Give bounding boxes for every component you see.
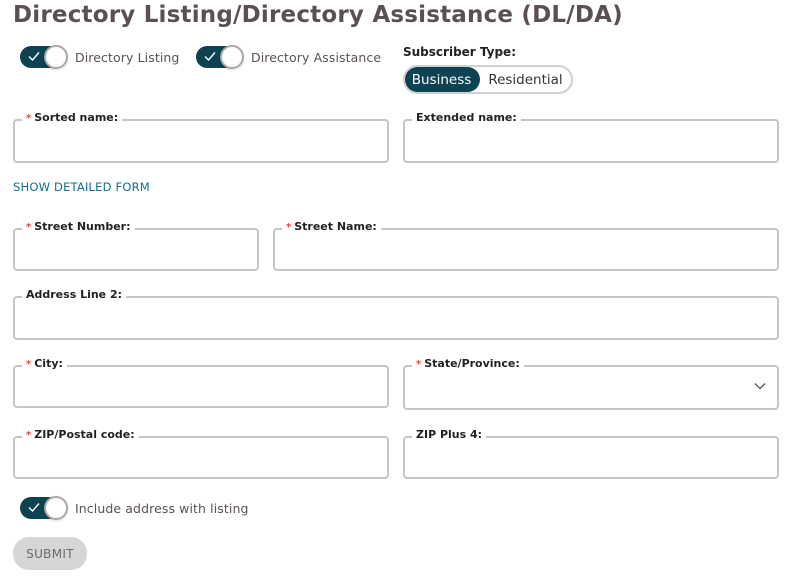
address-line-2-label: Address Line 2: (26, 288, 123, 301)
extended-name-field: Extended name: (403, 111, 779, 163)
page-title: Directory Listing/Directory Assistance (… (13, 2, 623, 28)
directory-assistance-toggle-group: Directory Assistance (196, 45, 381, 69)
check-icon (28, 503, 40, 513)
sorted-name-field: * Sorted name: (13, 111, 389, 163)
required-marker: * (26, 222, 32, 233)
required-marker: * (416, 359, 422, 370)
address-line-2-field: Address Line 2: (13, 288, 779, 340)
required-marker: * (286, 222, 292, 233)
submit-button[interactable]: SUBMIT (13, 537, 87, 570)
city-input[interactable] (15, 367, 387, 406)
chevron-down-icon[interactable] (754, 382, 766, 390)
subscriber-type-label: Subscriber Type: (403, 45, 516, 59)
directory-listing-toggle[interactable] (20, 45, 68, 69)
zip-postal-field: * ZIP/Postal code: (13, 428, 389, 479)
extended-name-label: Extended name: (416, 111, 517, 124)
address-line-2-input[interactable] (15, 298, 777, 338)
zip-postal-input[interactable] (15, 438, 387, 477)
toggle-knob (44, 496, 68, 520)
include-address-toggle[interactable] (20, 496, 68, 520)
directory-listing-label: Directory Listing (75, 49, 180, 65)
city-label: City: (34, 357, 63, 370)
sorted-name-input[interactable] (15, 121, 387, 161)
zip-plus-4-input[interactable] (405, 438, 777, 477)
check-icon (28, 52, 40, 62)
required-marker: * (26, 113, 32, 124)
subscriber-type-residential[interactable]: Residential (480, 67, 571, 92)
street-number-field: * Street Number: (13, 220, 259, 271)
subscriber-type-selector: Business Residential (403, 65, 573, 94)
directory-listing-toggle-group: Directory Listing (20, 45, 179, 69)
directory-assistance-label: Directory Assistance (251, 49, 382, 65)
street-name-field: * Street Name: (273, 220, 779, 271)
zip-plus-4-field: ZIP Plus 4: (403, 428, 779, 479)
toggle-knob (220, 45, 244, 69)
street-number-label: Street Number: (34, 220, 131, 233)
city-field: * City: (13, 357, 389, 408)
street-name-label: Street Name: (294, 220, 377, 233)
street-number-input[interactable] (15, 230, 257, 269)
directory-assistance-toggle[interactable] (196, 45, 244, 69)
toggle-knob (44, 45, 68, 69)
zip-postal-label: ZIP/Postal code: (34, 428, 135, 441)
check-icon (204, 52, 216, 62)
extended-name-input[interactable] (405, 121, 777, 161)
show-detailed-form-link[interactable]: SHOW DETAILED FORM (13, 180, 150, 194)
zip-plus-4-label: ZIP Plus 4: (416, 428, 483, 441)
street-name-input[interactable] (275, 230, 777, 269)
state-province-field[interactable]: * State/Province: (403, 357, 779, 410)
subscriber-type-business[interactable]: Business (405, 67, 480, 92)
sorted-name-label: Sorted name: (34, 111, 119, 124)
state-province-label: State/Province: (424, 357, 520, 370)
required-marker: * (26, 430, 32, 441)
include-address-toggle-group: Include address with listing (20, 496, 249, 520)
include-address-label: Include address with listing (75, 500, 249, 516)
required-marker: * (26, 359, 32, 370)
